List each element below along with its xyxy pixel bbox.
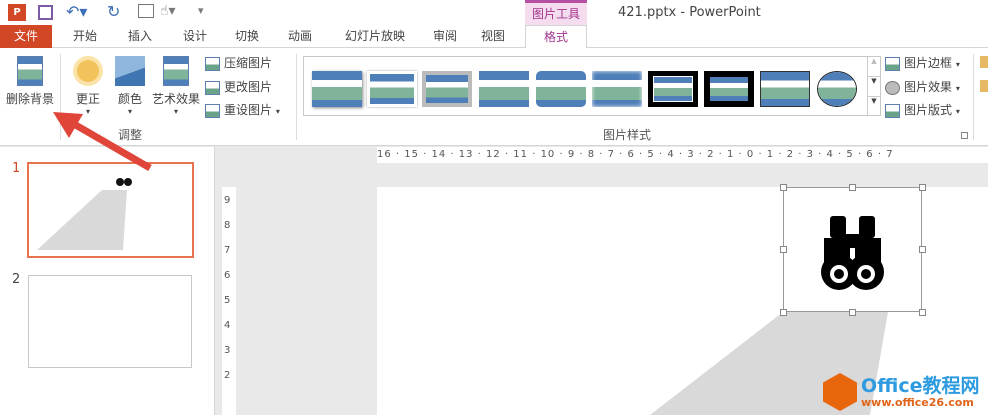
ruler-mark: 9 (224, 195, 231, 206)
slide-thumbnails-pane: 1 2 (0, 147, 215, 415)
resize-handle[interactable] (849, 309, 856, 316)
styles-group-label: 图片样式 (603, 128, 652, 142)
resize-handle[interactable] (780, 246, 787, 253)
layout-icon (885, 103, 900, 118)
style-3[interactable] (422, 71, 472, 107)
undo-icon[interactable]: ↶▾ (66, 2, 87, 21)
pen-icon (885, 56, 900, 71)
slide-number: 1 (12, 161, 21, 176)
ruler-mark: 5 (224, 295, 231, 306)
remove-background-icon (17, 56, 43, 86)
reset-picture-icon (205, 103, 220, 118)
picture-layout-button[interactable]: 图片版式 ▾ (885, 100, 960, 120)
arrange-icon (980, 56, 988, 68)
artistic-effects-icon (163, 56, 189, 86)
ruler-mark: 8 (224, 220, 231, 231)
compress-icon (205, 56, 220, 71)
watermark-url: www.office26.com (861, 396, 974, 409)
contextual-tab-group: 图片工具 (525, 0, 587, 25)
horizontal-ruler: 16 · 15 · 14 · 13 · 12 · 11 · 10 · 9 · 8… (377, 147, 988, 163)
binoculars-picture[interactable] (783, 187, 922, 312)
style-9[interactable] (760, 71, 810, 107)
tab-file[interactable]: 文件 (0, 25, 52, 48)
divider (296, 54, 297, 140)
powerpoint-logo-icon: P (8, 4, 26, 21)
ribbon-tabs: 文件 开始 插入 设计 切换 动画 幻灯片放映 审阅 视图 格式 (0, 25, 988, 49)
dialog-launcher-icon[interactable] (961, 132, 968, 139)
resize-handle[interactable] (919, 309, 926, 316)
tab-format[interactable]: 格式 (525, 25, 587, 49)
resize-handle[interactable] (919, 184, 926, 191)
office-logo-icon (823, 373, 857, 411)
compress-pictures-button[interactable]: 压缩图片 (205, 53, 272, 73)
tab-insert[interactable]: 插入 (115, 25, 165, 48)
resize-handle[interactable] (780, 184, 787, 191)
style-6[interactable] (592, 71, 642, 107)
ruler-mark: 3 (224, 345, 231, 356)
ruler-mark: 6 (224, 270, 231, 281)
gallery-scroll-up[interactable]: ▲ (867, 57, 880, 76)
change-picture-icon (205, 80, 220, 95)
picture-effects-button[interactable]: 图片效果 ▾ (885, 77, 960, 97)
tab-animations[interactable]: 动画 (275, 25, 325, 48)
reset-picture-button[interactable]: 重设图片 ▾ (205, 100, 280, 120)
save-icon[interactable] (38, 5, 53, 20)
tab-slideshow[interactable]: 幻灯片放映 (330, 25, 420, 48)
picture-styles-gallery[interactable]: ▲ ▼ ▼ (303, 56, 881, 116)
style-1[interactable] (312, 71, 362, 107)
style-8[interactable] (704, 71, 754, 107)
watermark-brand: Office教程网 (861, 375, 980, 397)
style-7[interactable] (648, 71, 698, 107)
touch-mode-icon[interactable]: ☝▾ (160, 3, 176, 19)
resize-handle[interactable] (919, 246, 926, 253)
binoculars-icon (821, 216, 884, 290)
slide-canvas[interactable]: Office教程网 www.office26.com (377, 184, 988, 415)
gallery-more[interactable]: ▼ (867, 96, 880, 115)
slide-number: 2 (12, 272, 21, 287)
sun-icon (77, 60, 99, 82)
gallery-scroll-down[interactable]: ▼ (867, 76, 880, 96)
tab-transitions[interactable]: 切换 (222, 25, 272, 48)
vertical-ruler: 9 8 7 6 5 4 3 2 (222, 187, 236, 415)
ruler-mark: 2 (224, 370, 231, 381)
tab-view[interactable]: 视图 (468, 25, 518, 48)
style-10[interactable] (817, 71, 857, 107)
style-5[interactable] (536, 71, 586, 107)
arrange-icon (980, 80, 988, 92)
resize-handle[interactable] (849, 184, 856, 191)
color-icon (115, 56, 145, 86)
slide-thumbnail-2[interactable] (28, 275, 192, 368)
style-2[interactable] (367, 71, 417, 107)
title-bar: P ↶▾ ↻ ☝▾ ▾ 图片工具 421.pptx - PowerPoint (0, 0, 988, 25)
tab-review[interactable]: 审阅 (420, 25, 470, 48)
tab-design[interactable]: 设计 (170, 25, 220, 48)
window-title: 421.pptx - PowerPoint (618, 5, 761, 20)
style-4[interactable] (479, 71, 529, 107)
ruler-mark: 4 (224, 320, 231, 331)
resize-handle[interactable] (780, 309, 787, 316)
ruler-mark: 7 (224, 245, 231, 256)
slideshow-icon[interactable] (138, 4, 154, 18)
watermark: Office教程网 www.office26.com (819, 365, 988, 415)
tab-home[interactable]: 开始 (60, 25, 110, 48)
customize-icon[interactable]: ▾ (198, 4, 204, 17)
picture-border-button[interactable]: 图片边框 ▾ (885, 53, 960, 73)
effects-icon (885, 80, 900, 95)
change-picture-button[interactable]: 更改图片 (205, 77, 272, 97)
annotation-arrow (53, 112, 152, 172)
redo-icon[interactable]: ↻ (107, 2, 120, 21)
divider (973, 54, 974, 140)
